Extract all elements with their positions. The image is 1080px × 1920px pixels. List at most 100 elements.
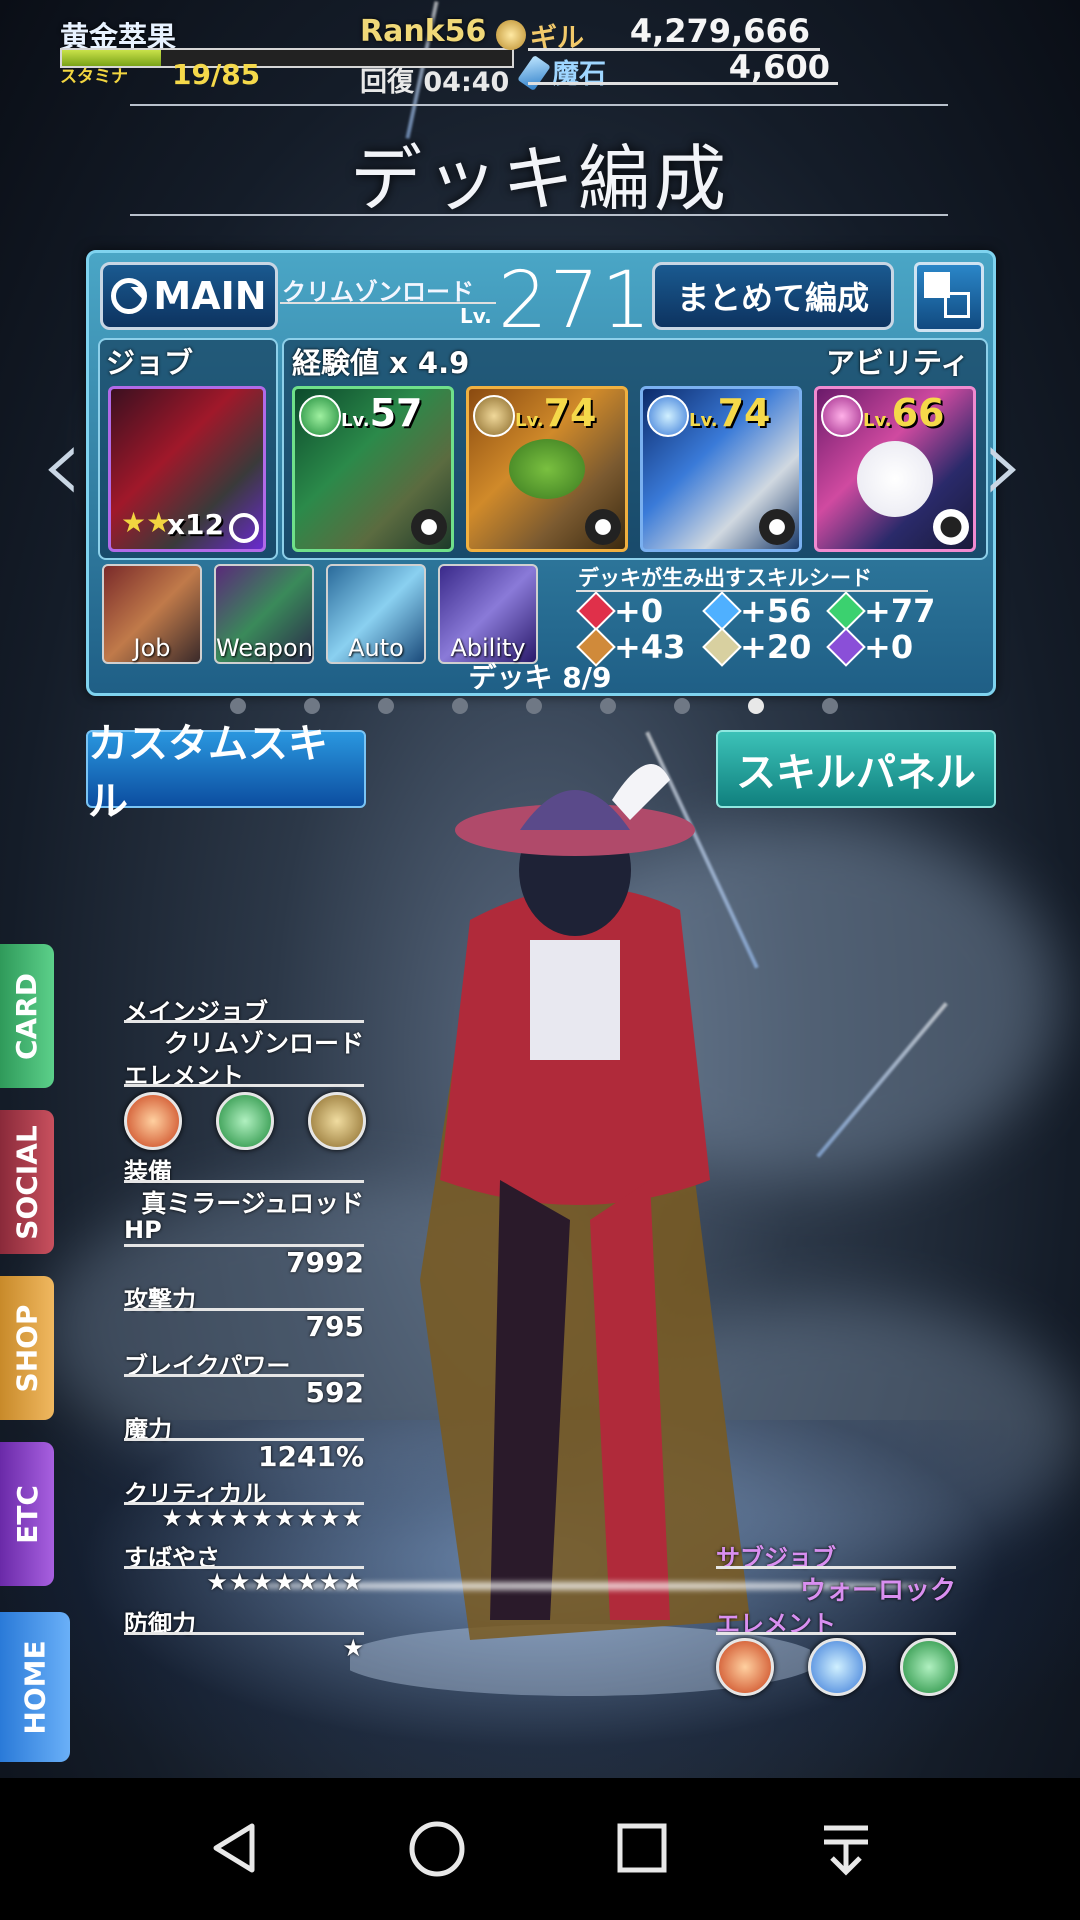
notification-pulldown-icon[interactable] [818,1820,874,1876]
hp-label: HP [124,1216,162,1244]
stat-divider [716,1566,956,1569]
page-dot[interactable] [378,698,394,714]
earth-element-icon [473,395,515,437]
heart-element-icon [821,395,863,437]
magicite-icon [517,54,551,92]
page-dot-active[interactable] [748,698,764,714]
job-section-label: ジョブ [106,346,194,380]
ability-section-label: アビリティ [826,346,970,380]
ability-card-1[interactable]: Lv.57 [292,386,454,552]
job-button[interactable]: Job [102,564,202,664]
prev-deck-arrow-icon[interactable]: ‹ [40,400,84,528]
seed-wind: +77 [826,591,936,631]
magic-value: 1241% [258,1440,364,1473]
refresh-icon [111,278,148,314]
job-card-count: x12 [167,508,225,541]
system-nav-bar [0,1778,1080,1920]
magicite-value: 4,600 [728,48,830,86]
speed-stars: ★★★★★★★ [206,1568,364,1596]
exp-multiplier-label: 経験値 x 4.9 [292,346,470,380]
break-power-value: 592 [305,1376,364,1409]
seed-ice-value: +56 [740,592,812,630]
ice-element-icon [808,1638,866,1696]
page-dot[interactable] [452,698,468,714]
moogle-portrait [857,441,933,517]
back-icon[interactable] [206,1820,262,1876]
main-deck-button[interactable]: MAIN [100,262,278,330]
page-title: デッキ編成 [349,137,730,221]
magicite-label: 魔石 [552,59,606,90]
wind-element-icon [299,395,341,437]
page-dot[interactable] [674,698,690,714]
main-deck-button-label: MAIN [153,274,267,318]
side-tab-etc[interactable]: ETC [0,1442,54,1586]
card-mark-icon [585,509,621,545]
seed-wind-value: +77 [864,592,936,630]
fire-element-icon [716,1638,774,1696]
stat-divider [716,1632,956,1635]
magicite-underline [528,82,838,85]
stat-divider [124,1020,364,1023]
star-icon: ★★ [121,506,172,539]
stamina-recover-timer: 回復 04:40 [360,67,510,98]
ability-button[interactable]: Ability [438,564,538,664]
player-rank: Rank56 [360,14,487,49]
character-vest [530,940,620,1060]
seed-fire: +0 [576,591,664,631]
side-tab-social[interactable]: SOCIAL [0,1110,54,1254]
level-label: Lv. [460,304,492,328]
gil-coin-icon [496,20,526,50]
swap-icon-outline [944,292,970,318]
ability-card-3[interactable]: Lv.74 [640,386,802,552]
main-job-value: クリムゾンロード [163,1029,364,1058]
ice-element-icon [647,395,689,437]
goblin-portrait [509,439,585,499]
defense-stars: ★ [342,1634,364,1662]
deck-count: デッキ 8/9 [468,661,612,694]
home-circle-icon[interactable] [408,1820,466,1878]
page-dot[interactable] [822,698,838,714]
critical-stars: ★★★★★★★★★ [161,1504,364,1532]
page-dot[interactable] [600,698,616,714]
ability-card-2[interactable]: Lv.74 [466,386,628,552]
attack-value: 795 [305,1310,364,1343]
weapon-button[interactable]: Weapon [214,564,314,664]
ice-seed-icon [702,591,742,631]
gil-value: 4,279,666 [629,12,810,50]
wind-element-icon [216,1092,274,1150]
recents-icon[interactable] [614,1820,670,1876]
title-top-divider [130,104,948,106]
stat-divider [124,1084,364,1087]
auto-button[interactable]: Auto [326,564,426,664]
page-dot[interactable] [526,698,542,714]
side-tab-shop[interactable]: SHOP [0,1276,54,1420]
fire-element-icon [124,1092,182,1150]
seed-fire-value: +0 [614,592,664,630]
side-tab-card[interactable]: CARD [0,944,54,1088]
character-hat [520,790,630,830]
ability-card-4[interactable]: Lv.66 [814,386,976,552]
next-deck-arrow-icon[interactable]: › [982,400,1026,528]
card-mark-icon [759,509,795,545]
ability-card-1-level: Lv.57 [341,391,423,435]
hp-value: 7992 [286,1246,364,1279]
seed-ice: +56 [702,591,812,631]
card-mark-icon [411,509,447,545]
title-bottom-divider [130,214,948,216]
deck-job-level: 271 [498,256,653,346]
skill-seed-title: デッキが生み出すスキルシード [578,566,872,590]
sub-job-value: ウォーロック [799,1576,956,1606]
ability-card-4-level: Lv.66 [863,391,945,435]
stat-divider [124,1180,364,1183]
fire-seed-icon [576,591,616,631]
side-tab-home[interactable]: HOME [0,1612,70,1762]
wind-seed-icon [826,591,866,631]
card-mark-icon [933,509,969,545]
earth-element-icon [308,1092,366,1150]
wind-element-icon [900,1638,958,1696]
custom-skill-button[interactable]: カスタムスキル [86,721,366,825]
batch-edit-button[interactable]: まとめて編成 [652,262,894,330]
job-card[interactable]: ★★ x12 [108,386,266,552]
stamina-label: スタミナ [60,67,128,87]
ability-card-3-level: Lv.74 [689,391,771,435]
